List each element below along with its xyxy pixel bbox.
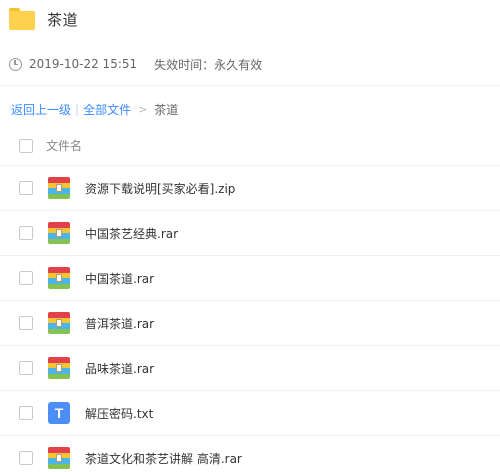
folder-icon	[9, 8, 35, 30]
back-link[interactable]: 返回上一级	[11, 101, 71, 118]
row-checkbox[interactable]	[19, 406, 33, 420]
page-header: 茶道	[9, 6, 78, 32]
divider	[0, 85, 500, 86]
share-timestamp: 2019-10-22 15:51	[29, 57, 138, 71]
file-row[interactable]: 品味茶道.rar	[0, 346, 500, 391]
row-checkbox[interactable]	[19, 226, 33, 240]
archive-icon	[48, 267, 70, 289]
file-name[interactable]: 中国茶道.rar	[85, 270, 154, 287]
file-row[interactable]: 普洱茶道.rar	[0, 301, 500, 346]
expire-text: 失效时间：永久有效	[154, 57, 263, 72]
row-checkbox[interactable]	[19, 361, 33, 375]
clock-icon	[9, 57, 22, 71]
column-filename: 文件名	[46, 139, 83, 153]
select-all-checkbox[interactable]	[19, 138, 33, 153]
file-row[interactable]: T 解压密码.txt	[0, 391, 500, 436]
text-file-icon: T	[48, 402, 70, 424]
file-name[interactable]: 普洱茶道.rar	[85, 315, 154, 332]
file-row[interactable]: 资源下载说明[买家必看].zip	[0, 166, 500, 211]
archive-icon	[48, 222, 70, 244]
file-row[interactable]: 茶道文化和茶艺讲解 高清.rar	[0, 436, 500, 472]
breadcrumb: 返回上一级 | 全部文件 > 茶道	[11, 101, 178, 117]
file-name[interactable]: 资源下载说明[买家必看].zip	[85, 180, 235, 197]
archive-icon	[48, 357, 70, 379]
breadcrumb-arrow: >	[138, 102, 148, 116]
all-files-link[interactable]: 全部文件	[83, 101, 131, 118]
row-checkbox[interactable]	[19, 316, 33, 330]
archive-icon	[48, 312, 70, 334]
file-row[interactable]: 中国茶道.rar	[0, 256, 500, 301]
breadcrumb-separator: |	[75, 102, 80, 116]
file-name[interactable]: 中国茶艺经典.rar	[85, 225, 178, 242]
file-name[interactable]: 品味茶道.rar	[85, 360, 154, 377]
archive-icon	[48, 447, 70, 469]
file-row[interactable]: 中国茶艺经典.rar	[0, 211, 500, 256]
breadcrumb-current: 茶道	[154, 102, 179, 117]
folder-title: 茶道	[47, 10, 79, 29]
share-meta: 2019-10-22 15:51 失效时间：永久有效	[9, 56, 262, 72]
file-list: 文件名 资源下载说明[买家必看].zip 中国茶艺经典.rar 中国茶道.rar…	[0, 126, 500, 472]
file-name[interactable]: 茶道文化和茶艺讲解 高清.rar	[85, 450, 242, 467]
file-name[interactable]: 解压密码.txt	[85, 405, 153, 422]
row-checkbox[interactable]	[19, 271, 33, 285]
archive-icon	[48, 177, 70, 199]
list-header: 文件名	[0, 126, 500, 166]
row-checkbox[interactable]	[19, 181, 33, 195]
row-checkbox[interactable]	[19, 451, 33, 465]
